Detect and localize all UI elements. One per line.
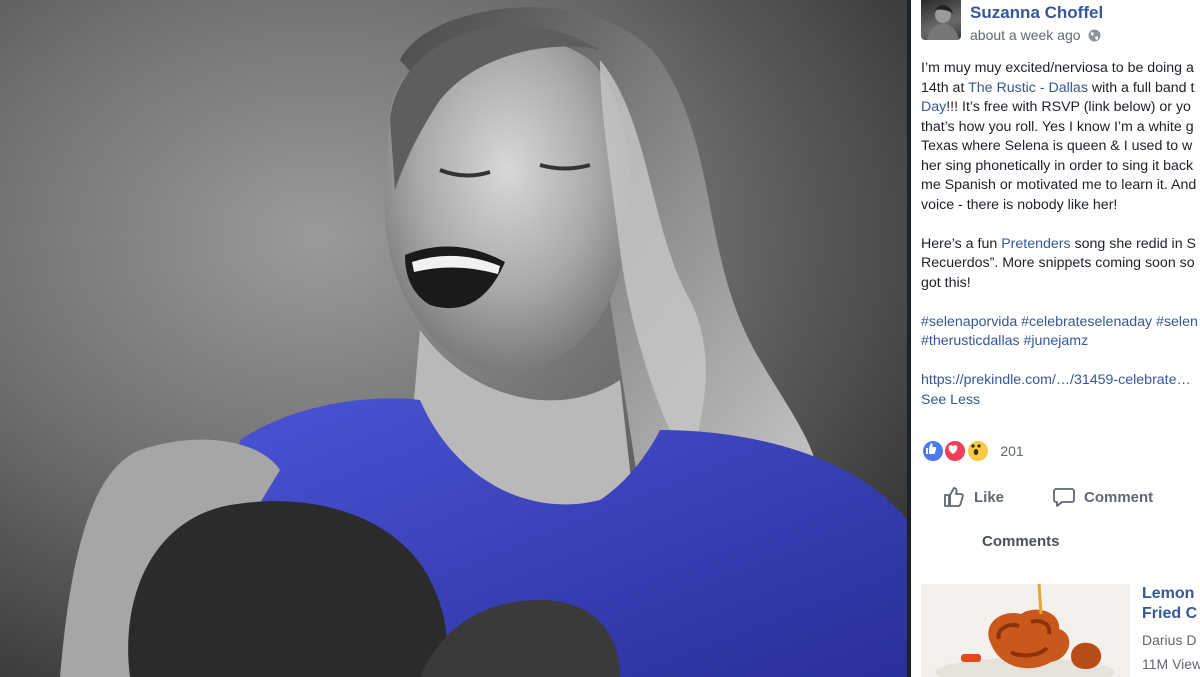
post-line: got this!: [921, 274, 1200, 294]
recommended-video-views: 11M View: [1142, 656, 1200, 672]
like-reaction-icon: [921, 439, 945, 463]
post-text-run: voice - there is nobody like her!: [921, 196, 1118, 213]
post-line: Day!!! It’s free with RSVP (link below) …: [921, 98, 1200, 118]
post-line: her sing phonetically in order to sing i…: [921, 157, 1200, 177]
post-text-run: 14th at: [921, 79, 969, 96]
reactions-summary[interactable]: 201: [921, 439, 1024, 463]
see-less-link[interactable]: See Less: [921, 391, 1200, 411]
post-paragraph-1: I’m muy muy excited/nerviosa to be doing…: [921, 59, 1200, 215]
post-line: Texas where Selena is queen & I used to …: [921, 137, 1200, 157]
post-hashtags: #selenaporvida #celebrateselenaday #sele…: [921, 313, 1200, 352]
video-frame: [0, 0, 907, 677]
action-bar: Like Comment: [911, 474, 1200, 520]
globe-icon: [1088, 29, 1101, 42]
comment-button[interactable]: Comment: [1052, 474, 1153, 520]
post-links: https://prekindle.com/…/31459-celebrate……: [921, 371, 1200, 410]
fried-chicken-thumbnail-icon: [921, 584, 1130, 677]
post-line: #selenaporvida #celebrateselenaday #sele…: [921, 313, 1200, 333]
post-text-run: Here’s a fun: [921, 235, 1002, 252]
avatar-photo-icon: [927, 5, 959, 40]
post-text-run: Texas where Selena is queen & I used to …: [921, 138, 1193, 154]
post-text-run: got this!: [921, 274, 971, 291]
thumbs-up-icon: [944, 487, 964, 507]
recommended-video-title[interactable]: Lemon Fried C: [1142, 584, 1200, 624]
author-avatar[interactable]: [921, 0, 961, 40]
like-button[interactable]: Like: [942, 474, 1004, 520]
post-line: 14th at The Rustic - Dallas with a full …: [921, 79, 1200, 99]
post-inline-link[interactable]: #therusticdallas #junejamz: [921, 333, 1088, 349]
post-line: that’s how you roll. Yes I know I’m a wh…: [921, 118, 1200, 138]
post-line: Recuerdos”. More snippets coming soon so: [921, 254, 1200, 274]
post-text-run: I’m muy muy excited/nerviosa to be doing…: [921, 60, 1194, 76]
post-line: voice - there is nobody like her!: [921, 196, 1200, 216]
comment-label: Comment: [1084, 488, 1154, 506]
comments-heading: Comments: [982, 533, 1060, 550]
video-player[interactable]: [0, 0, 907, 677]
recommended-title-line-2: Fried C: [1142, 605, 1198, 622]
post-meta: about a week ago: [970, 27, 1101, 43]
post-line: me Spanish or motivated me to learn it. …: [921, 176, 1200, 196]
post-text-run: me Spanish or motivated me to learn it. …: [921, 177, 1197, 193]
post-text-run: !!! It’s free with RSVP (link below) or …: [946, 99, 1191, 115]
post-line: I’m muy muy excited/nerviosa to be doing…: [921, 59, 1200, 79]
wow-reaction-icon: [965, 439, 990, 463]
post-text-run: song she redid in S: [1070, 235, 1196, 252]
post-text-run: with a full band t: [1087, 79, 1195, 96]
post-line: #therusticdallas #junejamz: [921, 332, 1200, 352]
post-inline-link[interactable]: Day: [921, 99, 946, 115]
like-label: Like: [974, 488, 1005, 506]
post-text-run: that’s how you roll. Yes I know I’m a wh…: [921, 118, 1194, 135]
recommended-title-line-1: Lemon: [1142, 585, 1195, 602]
love-reaction-icon: [943, 439, 968, 463]
post-timestamp[interactable]: about a week ago: [970, 27, 1081, 43]
comment-bubble-icon: [1053, 488, 1075, 507]
post-url-link[interactable]: https://prekindle.com/…/31459-celebrate…: [921, 371, 1200, 391]
post-text-run: Recuerdos”. More snippets coming soon so: [921, 255, 1195, 271]
reaction-count: 201: [1000, 443, 1024, 459]
post-inline-link[interactable]: Pretenders: [1001, 236, 1070, 252]
post-line: Here’s a fun Pretenders song she redid i…: [921, 235, 1200, 255]
post-paragraph-2: Here’s a fun Pretenders song she redid i…: [921, 235, 1200, 294]
recommended-video-author[interactable]: Darius D: [1142, 632, 1196, 648]
post-inline-link[interactable]: The Rustic - Dallas: [968, 80, 1088, 96]
recommended-video-thumbnail[interactable]: [921, 584, 1130, 677]
author-name[interactable]: Suzanna Choffel: [970, 3, 1103, 23]
post-text-run: her sing phonetically in order to sing i…: [921, 157, 1194, 174]
post-inline-link[interactable]: #selenaporvida #celebrateselenaday #sele…: [921, 314, 1198, 330]
post-text: I’m muy muy excited/nerviosa to be doing…: [921, 59, 1200, 430]
post-sidebar: Suzanna Choffel about a week ago I’m muy…: [911, 0, 1200, 677]
